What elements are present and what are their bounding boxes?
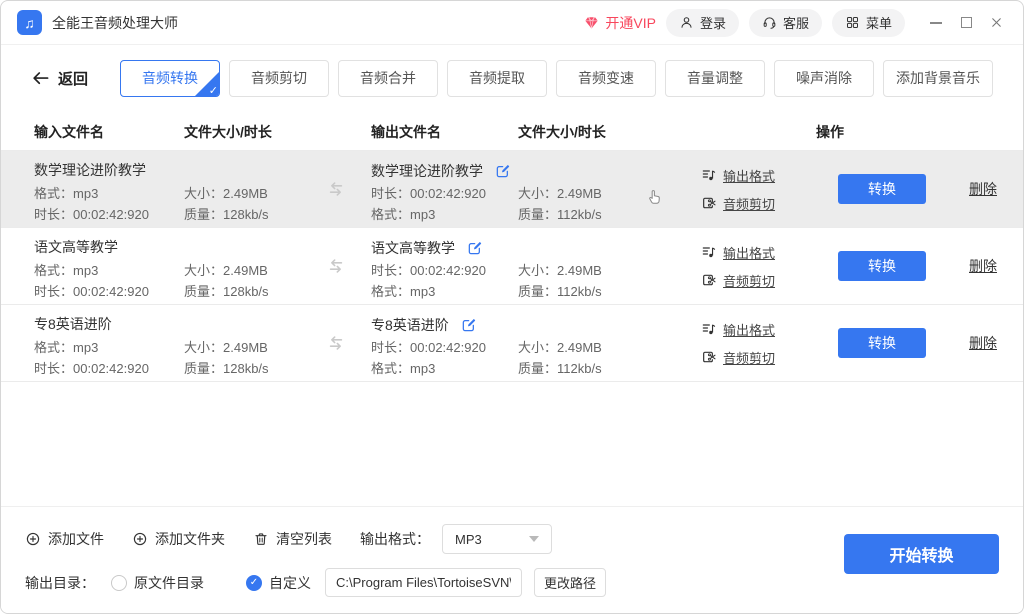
audio-cut-link[interactable]: 音频剪切 (701, 194, 838, 213)
add-file-button[interactable]: 添加文件 (25, 529, 104, 549)
output-format-link[interactable]: 输出格式 (701, 166, 838, 185)
input-file-name: 专8英语进阶 (34, 312, 184, 337)
audio-cut-link[interactable]: 音频剪切 (701, 348, 838, 367)
vip-button[interactable]: 开通VIP (583, 13, 656, 33)
convert-button[interactable]: 转换 (838, 174, 926, 204)
window-controls (921, 8, 1011, 38)
check-icon: ✓ (209, 84, 218, 97)
maximize-icon (961, 17, 972, 28)
header-input-name: 输入文件名 (34, 122, 104, 142)
plus-circle-icon (132, 531, 148, 547)
header-input-size: 文件大小/时长 (184, 122, 272, 142)
output-format-link[interactable]: 输出格式 (701, 320, 838, 339)
cut-icon (701, 195, 717, 211)
selected-format: MP3 (455, 532, 482, 547)
table-header: 输入文件名 文件大小/时长 输出文件名 文件大小/时长 操作 (1, 111, 1023, 151)
tab-audio-convert[interactable]: 音频转换✓ (120, 60, 220, 97)
footer-row-output-dir: 输出目录： 原文件目录 自定义 更改路径 (25, 568, 606, 597)
edit-icon[interactable] (467, 240, 483, 256)
tab-audio-extract[interactable]: 音频提取 (447, 60, 547, 97)
output-file-name: 专8英语进阶 (371, 315, 449, 335)
playlist-music-icon (701, 321, 717, 337)
change-path-button[interactable]: 更改路径 (534, 568, 606, 597)
audio-cut-link[interactable]: 音频剪切 (701, 271, 838, 290)
convert-button[interactable]: 转换 (838, 251, 926, 281)
gem-icon (583, 14, 600, 31)
radio-unchecked-icon (111, 575, 127, 591)
footer-row-tools: 添加文件 添加文件夹 清空列表 输出格式： MP3 (25, 524, 552, 554)
radio-custom-dir[interactable]: 自定义 (246, 573, 311, 593)
playlist-music-icon (701, 167, 717, 183)
customer-service-button[interactable]: 客服 (749, 9, 822, 37)
input-file-name: 语文高等教学 (34, 235, 184, 260)
tab-audio-speed[interactable]: 音频变速 (556, 60, 656, 97)
swap-arrows-icon (326, 333, 346, 353)
nav-bar: 返回 音频转换✓ 音频剪切 音频合并 音频提取 音频变速 音量调整 噪声消除 添… (1, 45, 1023, 111)
cut-icon (701, 272, 717, 288)
edit-icon[interactable] (495, 163, 511, 179)
minimize-icon (930, 22, 942, 24)
header-output-size: 文件大小/时长 (518, 122, 606, 142)
output-format-link[interactable]: 输出格式 (701, 243, 838, 262)
header-actions: 操作 (816, 122, 844, 142)
app-logo-icon: ♫ (17, 10, 42, 35)
tab-volume-adjust[interactable]: 音量调整 (665, 60, 765, 97)
login-button[interactable]: 登录 (666, 9, 739, 37)
maximize-button[interactable] (951, 8, 981, 38)
delete-link[interactable]: 删除 (969, 256, 997, 276)
back-button[interactable]: 返回 (31, 68, 88, 89)
user-icon (679, 15, 694, 30)
edit-icon[interactable] (461, 317, 477, 333)
output-dir-label: 输出目录： (25, 573, 95, 593)
swap-arrows-icon (326, 179, 346, 199)
titlebar-actions: 开通VIP 登录 客服 菜单 (583, 8, 1011, 38)
table-row: 语文高等教学 格式：mp3 时长：00:02:42:920 大小：2.49MB … (1, 228, 1023, 305)
output-format-select[interactable]: MP3 (442, 524, 552, 554)
table-row: 数学理论进阶教学 格式：mp3 时长：00:02:42:920 大小：2.49M… (1, 151, 1023, 228)
radio-checked-icon (246, 575, 262, 591)
playlist-music-icon (701, 244, 717, 260)
tab-audio-cut[interactable]: 音频剪切 (229, 60, 329, 97)
header-output-name: 输出文件名 (371, 122, 441, 142)
swap-arrows-icon (326, 256, 346, 276)
headset-icon (762, 15, 777, 30)
tab-add-bgm[interactable]: 添加背景音乐 (883, 60, 993, 97)
output-format-label: 输出格式： (360, 529, 430, 549)
app-window: ♫ 全能王音频处理大师 开通VIP 登录 客服 菜单 (0, 0, 1024, 614)
delete-link[interactable]: 删除 (969, 333, 997, 353)
close-icon (989, 15, 1004, 30)
convert-button[interactable]: 转换 (838, 328, 926, 358)
add-folder-button[interactable]: 添加文件夹 (132, 529, 225, 549)
music-note-icon: ♫ (24, 15, 35, 31)
app-title: 全能王音频处理大师 (52, 13, 178, 33)
tab-audio-merge[interactable]: 音频合并 (338, 60, 438, 97)
radio-original-dir[interactable]: 原文件目录 (111, 573, 204, 593)
chevron-down-icon (529, 536, 539, 542)
table-row: 专8英语进阶 格式：mp3 时长：00:02:42:920 大小：2.49MB … (1, 305, 1023, 382)
output-path-input[interactable] (325, 568, 522, 597)
minimize-button[interactable] (921, 8, 951, 38)
tab-noise-removal[interactable]: 噪声消除 (774, 60, 874, 97)
footer-toolbar: 添加文件 添加文件夹 清空列表 输出格式： MP3 输出目录： 原文件目录 自定… (1, 506, 1023, 613)
back-arrow-icon (31, 69, 50, 88)
trash-icon (253, 531, 269, 547)
grid-menu-icon (845, 15, 860, 30)
menu-button[interactable]: 菜单 (832, 9, 905, 37)
output-file-name: 数学理论进阶教学 (371, 161, 483, 181)
titlebar: ♫ 全能王音频处理大师 开通VIP 登录 客服 菜单 (1, 1, 1023, 45)
tab-bar: 音频转换✓ 音频剪切 音频合并 音频提取 音频变速 音量调整 噪声消除 添加背景… (120, 60, 993, 97)
clear-list-button[interactable]: 清空列表 (253, 529, 332, 549)
output-file-name: 语文高等教学 (371, 238, 455, 258)
close-button[interactable] (981, 8, 1011, 38)
input-file-name: 数学理论进阶教学 (34, 158, 184, 183)
delete-link[interactable]: 删除 (969, 179, 997, 199)
plus-circle-icon (25, 531, 41, 547)
start-convert-button[interactable]: 开始转换 (844, 534, 999, 574)
cut-icon (701, 349, 717, 365)
